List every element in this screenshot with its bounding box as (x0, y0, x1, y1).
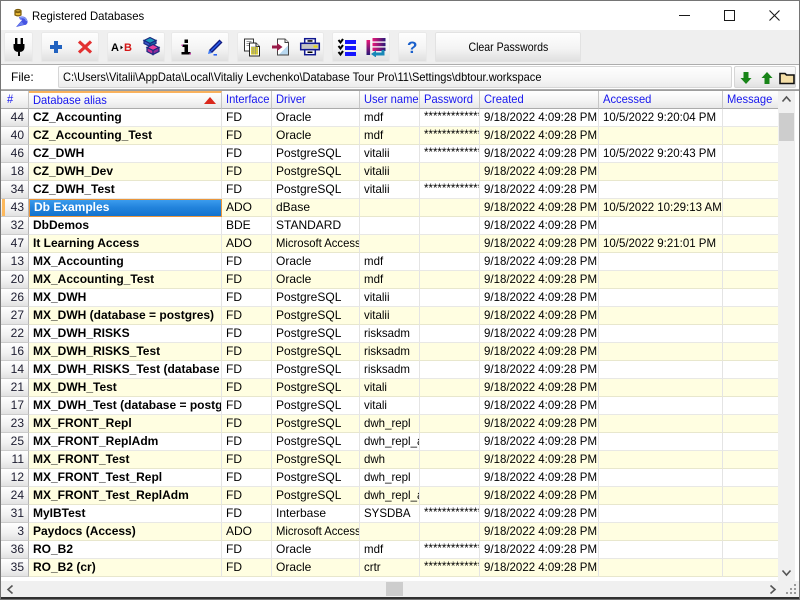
svg-text:A: A (111, 42, 119, 54)
svg-text:B: B (124, 42, 132, 54)
svg-text:?: ? (407, 38, 417, 56)
